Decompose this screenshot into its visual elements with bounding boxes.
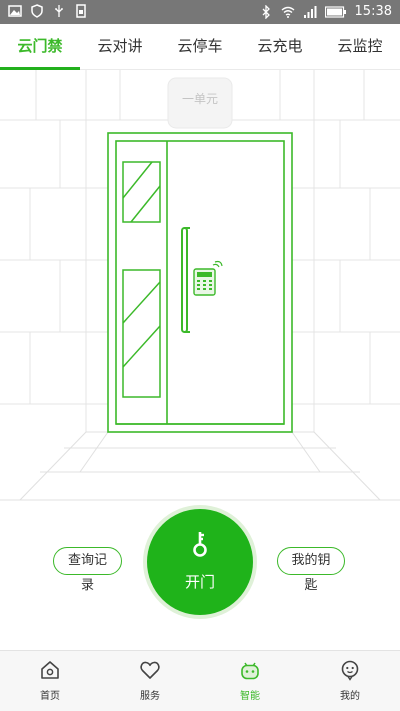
tab-cloud-intercom[interactable]: 云对讲 — [80, 24, 160, 69]
tab-cloud-monitor[interactable]: 云监控 — [320, 24, 400, 69]
nav-label-smart: 智能 — [240, 691, 260, 702]
nav-item-smart[interactable]: 智能 — [200, 651, 300, 711]
status-left-icons — [8, 4, 88, 18]
battery-icon — [324, 6, 346, 18]
open-door-button[interactable]: 开门 — [147, 509, 253, 615]
top-tabs: 云门禁 云对讲 云停车 云充电 云监控 — [0, 24, 400, 70]
nav-item-home[interactable]: 首页 — [0, 651, 100, 711]
nav-label-home: 首页 — [40, 691, 60, 702]
my-keys-button[interactable]: 我的钥匙 — [277, 547, 345, 593]
query-records-button[interactable]: 查询记录 — [53, 547, 122, 593]
nav-item-mine[interactable]: 我的 — [300, 651, 400, 711]
bluetooth-icon — [262, 5, 270, 19]
image-icon — [8, 5, 22, 17]
status-time: 15:38 — [354, 4, 392, 19]
tab-cloud-access[interactable]: 云门禁 — [0, 24, 80, 70]
usb-icon — [55, 5, 63, 17]
door-illustration — [0, 70, 400, 501]
sim-icon — [76, 4, 86, 18]
shield-icon — [31, 4, 43, 18]
tab-cloud-charging[interactable]: 云充电 — [240, 24, 320, 69]
open-door-label: 开门 — [184, 573, 215, 591]
key-icon — [193, 532, 207, 557]
signal-icon — [303, 6, 317, 18]
wifi-icon — [281, 6, 294, 18]
entrance-steps — [0, 431, 400, 501]
nav-label-mine: 我的 — [340, 691, 360, 702]
bottom-nav: 首页 服务 智能 我的 — [0, 650, 400, 711]
profile-icon — [341, 660, 359, 681]
status-right-icons: 15:38 — [259, 3, 392, 21]
door-scene: 一单元 — [0, 70, 400, 510]
robot-icon — [241, 662, 259, 680]
heart-icon — [140, 661, 160, 679]
tab-cloud-parking[interactable]: 云停车 — [160, 24, 240, 69]
nav-item-service[interactable]: 服务 — [100, 651, 200, 711]
unit-sign: 一单元 — [181, 92, 218, 106]
status-bar: 15:38 — [0, 0, 400, 24]
nav-label-service: 服务 — [140, 691, 160, 702]
home-icon — [41, 661, 59, 679]
